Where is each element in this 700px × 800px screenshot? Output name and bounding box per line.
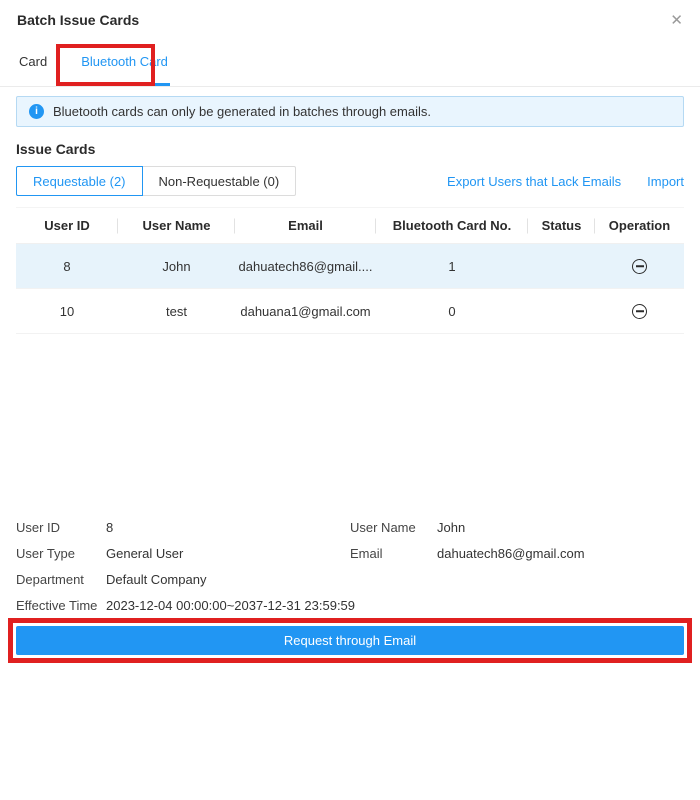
detail-row: Department Default Company <box>16 566 684 592</box>
detail-label: Effective Time <box>16 597 98 613</box>
cell-user-id: 8 <box>63 258 71 274</box>
users-table: User ID User Name Email Bluetooth Card N… <box>16 207 684 334</box>
column-header-user-id: User ID <box>16 218 118 233</box>
section-title-issue-cards: Issue Cards <box>16 141 96 157</box>
info-icon: i <box>29 104 44 119</box>
info-banner: i Bluetooth cards can only be generated … <box>16 96 684 127</box>
cell-user-id: 10 <box>59 303 75 319</box>
detail-value: 8 <box>106 519 114 535</box>
column-header-user-name: User Name <box>118 218 235 233</box>
table-row[interactable]: 10 test dahuana1@gmail.com 0 <box>16 289 684 334</box>
info-banner-text: Bluetooth cards can only be generated in… <box>53 104 431 119</box>
cell-email: dahuana1@gmail.com <box>240 303 371 319</box>
table-row[interactable]: 8 John dahuatech86@gmail.... 1 <box>16 244 684 289</box>
column-header-card-no: Bluetooth Card No. <box>376 218 528 233</box>
controls-row: Requestable (2) Non-Requestable (0) Expo… <box>16 166 684 196</box>
detail-row: Effective Time 2023-12-04 00:00:00~2037-… <box>16 592 684 618</box>
detail-value: 2023-12-04 00:00:00~2037-12-31 23:59:59 <box>106 597 356 613</box>
column-header-status: Status <box>528 218 595 233</box>
detail-label: User Name <box>350 519 416 535</box>
column-header-operation: Operation <box>608 218 671 233</box>
batch-issue-cards-dialog: Batch Issue Cards ✕ Card Bluetooth Card … <box>0 0 700 800</box>
remove-row-icon[interactable] <box>632 303 647 319</box>
user-details-panel: User ID 8 User Name John User Type Gener… <box>16 514 684 618</box>
red-annotation-box-button: Request through Email <box>8 618 692 663</box>
dialog-header: Batch Issue Cards ✕ <box>0 0 700 40</box>
detail-value: John <box>437 519 466 535</box>
detail-label: Department <box>16 571 84 587</box>
detail-row: User Type General User Email dahuatech86… <box>16 540 684 566</box>
cell-email: dahuatech86@gmail.... <box>238 258 373 274</box>
tab-bluetooth-card[interactable]: Bluetooth Card <box>79 40 170 86</box>
detail-label: User ID <box>16 519 61 535</box>
filter-segmented-control: Requestable (2) Non-Requestable (0) <box>16 166 297 196</box>
links-group: Export Users that Lack Emails Import <box>447 174 684 189</box>
column-header-email: Email <box>235 218 376 233</box>
tab-bar: Card Bluetooth Card <box>0 40 700 87</box>
filter-requestable-button[interactable]: Requestable (2) <box>16 166 143 196</box>
dialog-title: Batch Issue Cards <box>17 12 140 28</box>
table-header-row: User ID User Name Email Bluetooth Card N… <box>16 208 684 244</box>
export-users-link[interactable]: Export Users that Lack Emails <box>447 174 621 189</box>
close-icon[interactable]: ✕ <box>670 13 683 28</box>
detail-row: User ID 8 User Name John <box>16 514 684 540</box>
detail-value: Default Company <box>106 571 207 587</box>
import-link[interactable]: Import <box>647 174 684 189</box>
tab-card[interactable]: Card <box>17 40 49 86</box>
request-through-email-button[interactable]: Request through Email <box>16 626 684 655</box>
detail-value: dahuatech86@gmail.com <box>437 545 585 561</box>
cell-user-name: John <box>162 258 191 274</box>
filter-non-requestable-button[interactable]: Non-Requestable (0) <box>141 166 297 196</box>
cell-user-name: test <box>166 303 187 319</box>
detail-label: User Type <box>16 545 76 561</box>
cell-card-no: 1 <box>448 258 456 274</box>
cell-card-no: 0 <box>448 303 456 319</box>
detail-value: General User <box>106 545 184 561</box>
detail-label: Email <box>350 545 383 561</box>
remove-row-icon[interactable] <box>632 258 647 274</box>
